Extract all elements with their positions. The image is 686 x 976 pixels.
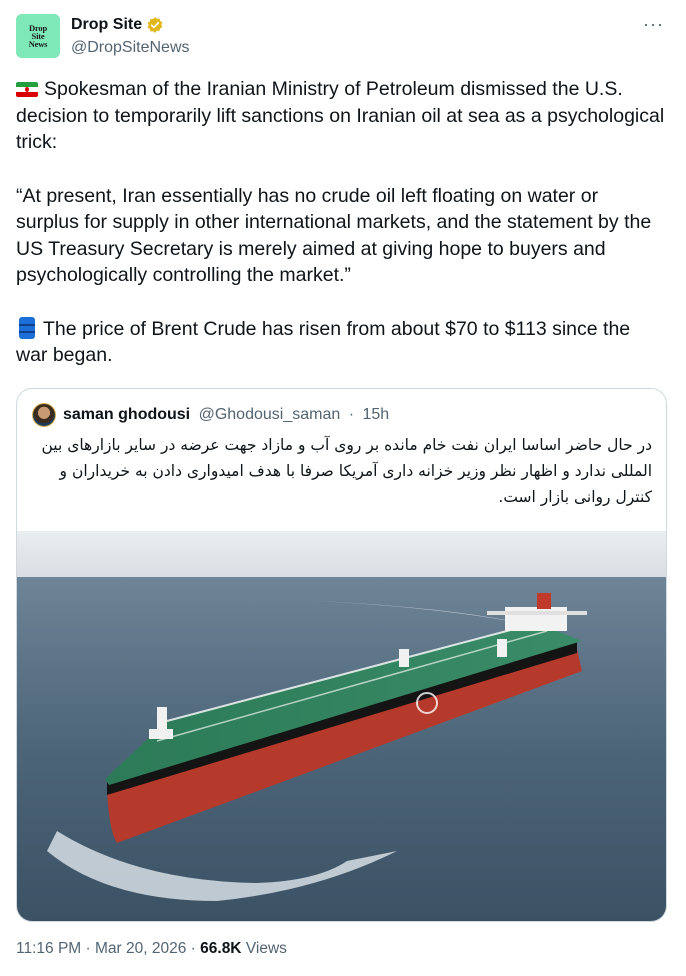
tweet-time[interactable]: 11:16 PM — [16, 940, 81, 957]
author-name-row: Drop Site — [71, 16, 164, 34]
views-count[interactable]: 66.8K — [200, 940, 241, 957]
tweet-date[interactable]: Mar 20, 2026 — [95, 940, 186, 957]
tweet-paragraph-3-text: The price of Brent Crude has risen from … — [16, 317, 631, 367]
verified-badge-icon[interactable] — [146, 16, 164, 34]
quoted-author-name[interactable]: saman ghodousi — [63, 406, 190, 423]
tweet-paragraph-2: “At present, Iran essentially has no cru… — [16, 184, 652, 287]
tweet-paragraph-3: The price of Brent Crude has risen from … — [16, 316, 666, 369]
quoted-tweet-header: saman ghodousi @Ghodousi_saman · 15h — [63, 406, 389, 424]
meta-separator-2: · — [190, 940, 196, 957]
tweet-header: Drop Site News Drop Site @DropSiteNews ·… — [16, 14, 670, 62]
quoted-tweet[interactable]: saman ghodousi @Ghodousi_saman · 15h در … — [16, 388, 667, 922]
author-handle[interactable]: @DropSiteNews — [71, 39, 190, 57]
more-icon[interactable]: ··· — [643, 14, 664, 35]
tweet-paragraph-1: Spokesman of the Iranian Ministry of Pet… — [16, 76, 666, 156]
author-avatar[interactable]: Drop Site News — [16, 14, 60, 58]
quoted-author-avatar[interactable] — [32, 403, 56, 427]
tweet-paragraph-1-text: Spokesman of the Iranian Ministry of Pet… — [16, 78, 665, 153]
quoted-tweet-text: در حال حاضر اساسا ایران نفت خام مانده بر… — [41, 436, 652, 506]
quoted-separator: · — [348, 406, 355, 423]
avatar-text-3: News — [28, 39, 48, 49]
meta-separator-1: · — [85, 940, 91, 957]
oil-tanker-image[interactable] — [17, 531, 667, 922]
tweet-meta: 11:16 PM · Mar 20, 2026 · 66.8K Views — [16, 940, 287, 958]
oil-barrel-icon — [19, 316, 35, 339]
quoted-time[interactable]: 15h — [362, 406, 389, 423]
iran-flag-icon — [16, 82, 38, 97]
quoted-author-handle[interactable]: @Ghodousi_saman — [199, 406, 341, 423]
views-label: Views — [245, 940, 287, 957]
author-name[interactable]: Drop Site — [71, 16, 142, 34]
tweet-body: Spokesman of the Iranian Ministry of Pet… — [16, 76, 666, 369]
